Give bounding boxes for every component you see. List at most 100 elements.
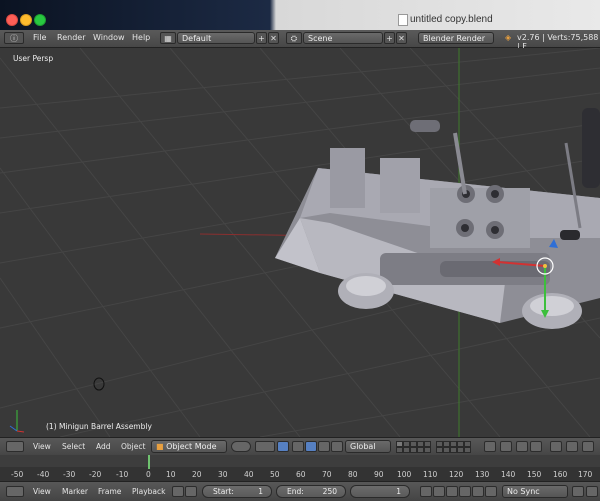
ruler-label: 130 <box>475 470 490 479</box>
jump-start-icon[interactable] <box>420 486 432 497</box>
scene-icon[interactable]: ⛭ <box>286 32 302 44</box>
timeline-view-menu[interactable]: View <box>33 487 51 496</box>
layer-18[interactable] <box>450 447 457 453</box>
keying-set-icon[interactable] <box>586 486 598 497</box>
render-engine-dropdown[interactable]: Blender Render <box>418 32 494 44</box>
pivot-point-button[interactable] <box>255 441 275 452</box>
menu-help[interactable]: Help <box>132 33 150 42</box>
ruler-label: 20 <box>192 470 202 479</box>
info-header: ⓘ File Render Window Help ▦ Default + ✕ … <box>0 30 600 51</box>
ruler-label: -50 <box>11 470 24 479</box>
snap-toggle-icon[interactable] <box>516 441 528 452</box>
screen-layout-dropdown[interactable]: Default <box>177 32 255 44</box>
add-menu[interactable]: Add <box>96 442 111 451</box>
orientation-icon[interactable] <box>331 441 343 452</box>
play-icon[interactable] <box>459 486 471 497</box>
mode-label: Object Mode <box>166 442 217 451</box>
menu-file[interactable]: File <box>33 33 46 42</box>
layer-11[interactable] <box>396 447 403 453</box>
view-menu[interactable]: View <box>33 442 51 451</box>
menu-render[interactable]: Render <box>57 33 85 42</box>
add-layout-button[interactable]: + <box>256 32 267 44</box>
proportional-edit-icon[interactable] <box>500 441 512 452</box>
ruler-label: 80 <box>348 470 358 479</box>
end-frame-value: 250 <box>322 487 337 496</box>
view-label: User Persp <box>13 54 54 63</box>
layer-15[interactable] <box>424 447 431 453</box>
layer-12[interactable] <box>403 447 410 453</box>
layer-14[interactable] <box>417 447 424 453</box>
add-scene-button[interactable]: + <box>384 32 395 44</box>
jump-next-keyframe-icon[interactable] <box>472 486 484 497</box>
start-frame-label: Start: <box>213 487 234 496</box>
editor-type-timeline-icon[interactable] <box>6 486 24 497</box>
layer-17[interactable] <box>443 447 450 453</box>
ruler-label: 110 <box>423 470 438 479</box>
object-menu[interactable]: Object <box>121 442 145 451</box>
3d-viewport[interactable]: User Persp (1) Minigun Barrel Assembly <box>0 48 600 437</box>
snap-element-icon[interactable] <box>530 441 542 452</box>
menu-window[interactable]: Window <box>93 33 125 42</box>
playback-menu[interactable]: Playback <box>132 487 165 496</box>
timeline-track[interactable] <box>0 455 600 467</box>
editor-type-info-icon[interactable]: ⓘ <box>4 32 24 44</box>
record-icon[interactable] <box>582 441 594 452</box>
frame-menu[interactable]: Frame <box>98 487 121 496</box>
mode-dropdown[interactable]: ■ Object Mode <box>151 440 227 453</box>
ruler-label: 30 <box>218 470 228 479</box>
orientation-dropdown[interactable]: Global <box>345 440 391 453</box>
layer-20[interactable] <box>464 447 471 453</box>
timeline-editor[interactable]: -50 -40 -30 -20 -10 0 10 20 30 40 50 60 … <box>0 455 600 481</box>
remove-scene-button[interactable]: ✕ <box>396 32 407 44</box>
start-frame-field[interactable]: Start: 1 <box>202 485 272 498</box>
current-frame-field[interactable]: 1 <box>350 485 410 498</box>
editor-type-3d-icon[interactable] <box>6 441 24 452</box>
ruler-label: 120 <box>449 470 464 479</box>
object-mode-icon: ■ <box>156 442 164 451</box>
minimize-window-button[interactable] <box>20 14 32 26</box>
rotate-manipulator-button[interactable] <box>305 441 317 452</box>
viewport-canvas[interactable] <box>0 48 600 437</box>
window-title: untitled copy.blend <box>410 14 493 25</box>
scene-dropdown[interactable]: Scene <box>303 32 383 44</box>
3d-view-header: View Select Add Object ■ Object Mode Glo… <box>0 437 600 456</box>
jump-end-icon[interactable] <box>485 486 497 497</box>
current-frame-value: 1 <box>396 487 401 496</box>
opengl-render-icon[interactable] <box>550 441 562 452</box>
layer-19[interactable] <box>457 447 464 453</box>
preview-range-icon[interactable] <box>185 486 197 497</box>
jump-prev-keyframe-icon[interactable] <box>433 486 445 497</box>
ruler-label: 90 <box>374 470 384 479</box>
layer-13[interactable] <box>410 447 417 453</box>
close-window-button[interactable] <box>6 14 18 26</box>
manipulator-toggle-button[interactable] <box>277 441 289 452</box>
axis-gizmo-icon <box>9 410 25 433</box>
ruler-label: -40 <box>37 470 50 479</box>
scale-manipulator-button[interactable] <box>318 441 330 452</box>
document-icon <box>398 14 408 26</box>
play-reverse-icon[interactable] <box>446 486 458 497</box>
ruler-label: 0 <box>146 470 151 479</box>
remove-layout-button[interactable]: ✕ <box>268 32 279 44</box>
select-menu[interactable]: Select <box>62 442 85 451</box>
lock-range-icon[interactable] <box>172 486 184 497</box>
marker-menu[interactable]: Marker <box>62 487 88 496</box>
layer-16[interactable] <box>436 447 443 453</box>
active-object-label: (1) Minigun Barrel Assembly <box>46 422 152 431</box>
zoom-window-button[interactable] <box>34 14 46 26</box>
layer-buttons[interactable] <box>396 441 476 454</box>
lock-layers-icon[interactable] <box>484 441 496 452</box>
sync-dropdown[interactable]: No Sync <box>502 485 568 498</box>
ruler-label: 10 <box>166 470 176 479</box>
current-frame-marker[interactable] <box>148 455 150 469</box>
viewport-shading-button[interactable] <box>231 441 251 452</box>
ruler-label: 40 <box>244 470 254 479</box>
end-frame-field[interactable]: End: 250 <box>276 485 346 498</box>
screen-layout-icon[interactable]: ▦ <box>160 32 176 44</box>
auto-keyframe-icon[interactable] <box>572 486 584 497</box>
opengl-anim-icon[interactable] <box>566 441 578 452</box>
ruler-label: 170 <box>578 470 593 479</box>
end-frame-label: End: <box>287 487 304 496</box>
translate-manipulator-button[interactable] <box>292 441 304 452</box>
vehicle-model[interactable] <box>275 108 600 329</box>
